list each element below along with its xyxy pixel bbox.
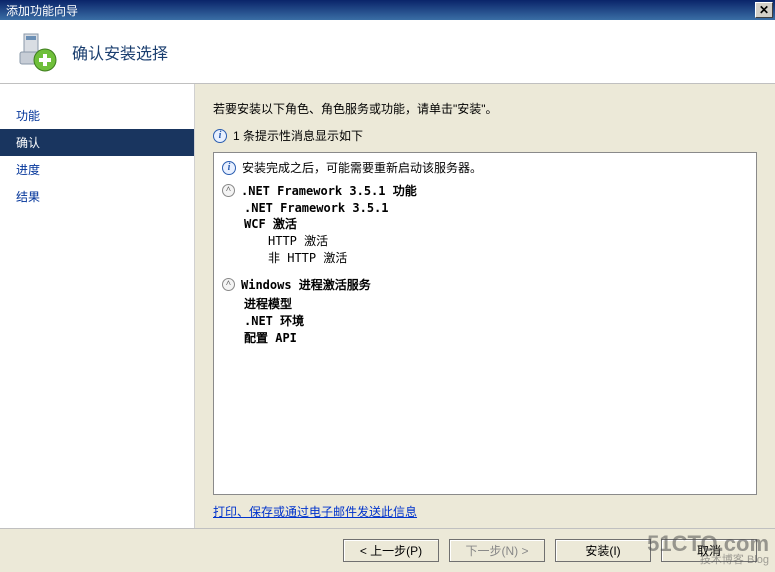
info-line: i 1 条提示性消息显示如下 bbox=[213, 127, 757, 144]
feature-item: 进程模型 bbox=[244, 295, 748, 312]
sidebar-item-results[interactable]: 结果 bbox=[0, 183, 194, 210]
sidebar-item-confirm[interactable]: 确认 bbox=[0, 129, 194, 156]
sidebar-item-label: 功能 bbox=[16, 109, 40, 123]
window-title: 添加功能向导 bbox=[6, 2, 78, 19]
close-button[interactable]: ✕ bbox=[755, 2, 773, 18]
sidebar-item-label: 进度 bbox=[16, 163, 40, 177]
feature-item: 非 HTTP 激活 bbox=[268, 249, 748, 266]
title-bar: 添加功能向导 ✕ bbox=[0, 0, 775, 20]
prev-button[interactable]: < 上一步(P) bbox=[343, 539, 439, 562]
info-count-text: 1 条提示性消息显示如下 bbox=[233, 127, 363, 144]
section-head-was[interactable]: ˄ Windows 进程激活服务 bbox=[222, 276, 748, 293]
content-pane: 若要安装以下角色、角色服务或功能，请单击"安装"。 i 1 条提示性消息显示如下… bbox=[195, 84, 775, 528]
feature-item: .NET Framework 3.5.1 bbox=[244, 201, 748, 215]
section-title: .NET Framework 3.5.1 功能 bbox=[241, 182, 417, 199]
sidebar-item-features[interactable]: 功能 bbox=[0, 102, 194, 129]
collapse-icon: ˄ bbox=[222, 184, 235, 197]
sidebar-item-progress[interactable]: 进度 bbox=[0, 156, 194, 183]
install-button[interactable]: 安装(I) bbox=[555, 539, 651, 562]
info-icon: i bbox=[213, 129, 227, 143]
feature-item: 配置 API bbox=[244, 329, 748, 346]
instruction-text: 若要安装以下角色、角色服务或功能，请单击"安装"。 bbox=[213, 100, 757, 117]
collapse-icon: ˄ bbox=[222, 278, 235, 291]
cancel-button[interactable]: 取消 bbox=[661, 539, 757, 562]
next-button: 下一步(N) > bbox=[449, 539, 545, 562]
section-title: Windows 进程激活服务 bbox=[241, 276, 371, 293]
wizard-body: 功能 确认 进度 结果 若要安装以下角色、角色服务或功能，请单击"安装"。 i … bbox=[0, 84, 775, 528]
sidebar-item-label: 结果 bbox=[16, 190, 40, 204]
feature-item: WCF 激活 bbox=[244, 215, 748, 232]
details-box: i 安装完成之后，可能需要重新启动该服务器。 ˄ .NET Framework … bbox=[213, 152, 757, 495]
section-head-netfx[interactable]: ˄ .NET Framework 3.5.1 功能 bbox=[222, 182, 748, 199]
wizard-footer: < 上一步(P) 下一步(N) > 安装(I) 取消 bbox=[0, 528, 775, 572]
restart-warning: i 安装完成之后，可能需要重新启动该服务器。 bbox=[222, 159, 748, 176]
feature-item: HTTP 激活 bbox=[268, 232, 748, 249]
sidebar-item-label: 确认 bbox=[16, 136, 40, 150]
link-text: 打印、保存或通过电子邮件发送此信息 bbox=[213, 505, 417, 519]
print-save-email-link[interactable]: 打印、保存或通过电子邮件发送此信息 bbox=[213, 503, 757, 520]
page-title: 确认安装选择 bbox=[72, 40, 168, 64]
feature-item: .NET 环境 bbox=[244, 312, 748, 329]
sidebar: 功能 确认 进度 结果 bbox=[0, 84, 195, 528]
wizard-icon bbox=[14, 30, 58, 74]
info-icon: i bbox=[222, 161, 236, 175]
restart-warning-text: 安装完成之后，可能需要重新启动该服务器。 bbox=[242, 159, 482, 176]
wizard-header: 确认安装选择 bbox=[0, 20, 775, 84]
